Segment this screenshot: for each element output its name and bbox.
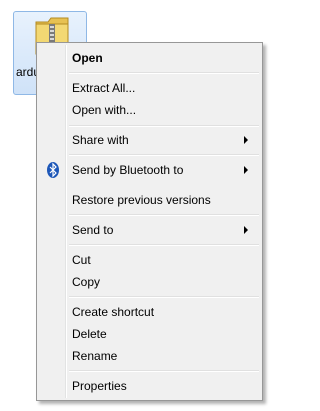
menu-item-label: Open: [72, 51, 103, 65]
menu-item-send-by-bluetooth[interactable]: Send by Bluetooth to: [39, 159, 260, 181]
menu-item-cut[interactable]: Cut: [39, 249, 260, 271]
menu-item-share-with[interactable]: Share with: [39, 129, 260, 151]
submenu-arrow-icon: [244, 136, 248, 144]
menu-item-label: Extract All...: [72, 81, 136, 95]
bluetooth-icon: [47, 162, 59, 178]
menu-separator: [69, 72, 259, 74]
menu-item-label: Restore previous versions: [72, 193, 211, 207]
menu-item-delete[interactable]: Delete: [39, 323, 260, 345]
menu-item-label: Rename: [72, 349, 118, 363]
menu-item-restore-previous-versions[interactable]: Restore previous versions: [39, 189, 260, 211]
menu-item-create-shortcut[interactable]: Create shortcut: [39, 301, 260, 323]
menu-item-properties[interactable]: Properties: [39, 375, 260, 397]
menu-item-label: Cut: [72, 253, 91, 267]
menu-separator: [69, 154, 259, 156]
menu-item-label: Share with: [72, 133, 129, 147]
menu-item-open[interactable]: Open: [39, 47, 260, 69]
menu-item-rename[interactable]: Rename: [39, 345, 260, 367]
menu-item-label: Properties: [72, 379, 127, 393]
menu-separator: [69, 214, 259, 216]
menu-item-label: Copy: [72, 275, 101, 289]
submenu-arrow-icon: [244, 166, 248, 174]
menu-item-label: Open with...: [72, 103, 137, 117]
menu-item-label: Delete: [72, 327, 107, 341]
menu-separator: [69, 370, 259, 372]
menu-item-label: Send by Bluetooth to: [72, 163, 184, 177]
menu-separator: [69, 244, 259, 246]
menu-item-extract-all[interactable]: Extract All...: [39, 77, 260, 99]
menu-item-open-with[interactable]: Open with...: [39, 99, 260, 121]
menu-item-label: Create shortcut: [72, 305, 155, 319]
menu-item-label: Send to: [72, 223, 114, 237]
menu-separator: [69, 296, 259, 298]
menu-item-copy[interactable]: Copy: [39, 271, 260, 293]
context-menu: Open Extract All... Open with... Share w…: [36, 42, 263, 401]
submenu-arrow-icon: [244, 226, 248, 234]
menu-separator: [69, 125, 259, 127]
menu-item-send-to[interactable]: Send to: [39, 219, 260, 241]
